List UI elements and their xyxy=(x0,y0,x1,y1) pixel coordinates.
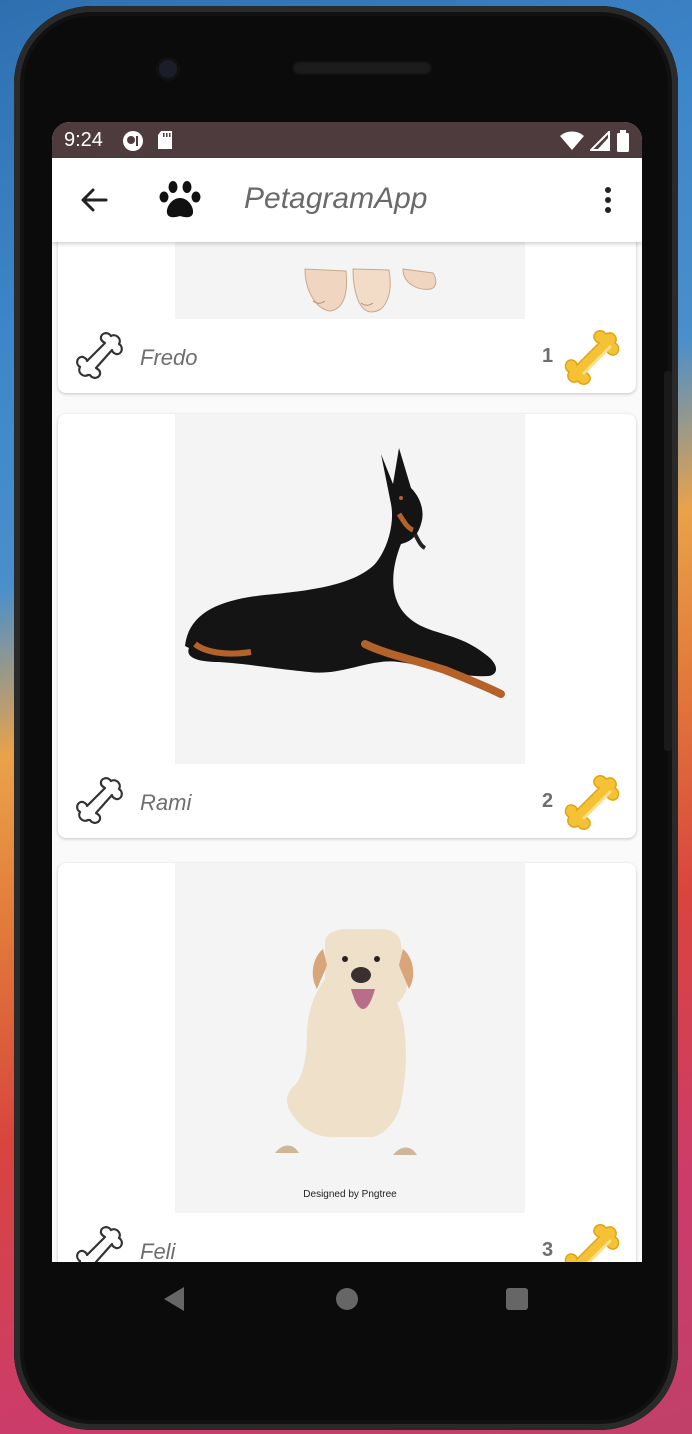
sd-card-icon xyxy=(158,131,172,149)
more-vert-icon[interactable] xyxy=(596,182,620,218)
pet-card: Rami 2 xyxy=(58,414,636,838)
nav-recents-icon[interactable] xyxy=(506,1288,528,1310)
like-count: 3 xyxy=(542,1239,554,1261)
golden-retriever-image xyxy=(275,929,417,1155)
pet-photo xyxy=(175,242,525,319)
bone-outline-icon[interactable] xyxy=(74,329,130,385)
nav-home-icon[interactable] xyxy=(336,1288,358,1310)
pet-feed[interactable]: Fredo 1 Rami 2 Designed by Pngtree Feli … xyxy=(52,242,642,1262)
pet-name: Rami xyxy=(140,790,192,815)
app-notification-icon xyxy=(123,131,143,151)
signal-icon xyxy=(590,131,610,151)
dog-paws-image xyxy=(304,268,437,313)
bone-outline-icon[interactable] xyxy=(74,774,130,830)
pet-card: Fredo 1 xyxy=(58,242,636,393)
pet-photo xyxy=(175,414,525,764)
pet-name: Feli xyxy=(140,1239,176,1262)
battery-icon xyxy=(617,130,629,152)
screen: 9:24 PetagramApp Fredo 1 Rami 2 Designed… xyxy=(52,122,642,1262)
system-nav-bar xyxy=(52,1262,642,1334)
app-toolbar: PetagramApp xyxy=(52,158,642,242)
app-title: PetagramApp xyxy=(244,182,428,215)
paw-icon xyxy=(159,181,201,218)
status-time: 9:24 xyxy=(64,129,103,151)
status-bar: 9:24 xyxy=(52,122,642,158)
pet-name: Fredo xyxy=(140,345,198,370)
bone-outline-icon[interactable] xyxy=(74,1223,130,1262)
bone-rating-icon xyxy=(564,330,620,385)
arrow-back-icon[interactable] xyxy=(76,182,112,218)
nav-back-icon[interactable] xyxy=(162,1286,186,1312)
earpiece-speaker xyxy=(292,61,432,75)
doberman-image xyxy=(185,448,505,698)
front-camera xyxy=(159,60,177,78)
phone-side-button xyxy=(664,371,672,751)
bone-rating-icon xyxy=(564,1224,620,1262)
wifi-icon xyxy=(560,131,584,150)
pet-photo: Designed by Pngtree xyxy=(175,863,525,1213)
photo-credit: Designed by Pngtree xyxy=(303,1189,397,1200)
pet-card: Designed by Pngtree Feli 3 xyxy=(58,863,636,1262)
like-count: 2 xyxy=(542,790,554,812)
like-count: 1 xyxy=(542,345,554,367)
bone-rating-icon xyxy=(564,775,620,830)
